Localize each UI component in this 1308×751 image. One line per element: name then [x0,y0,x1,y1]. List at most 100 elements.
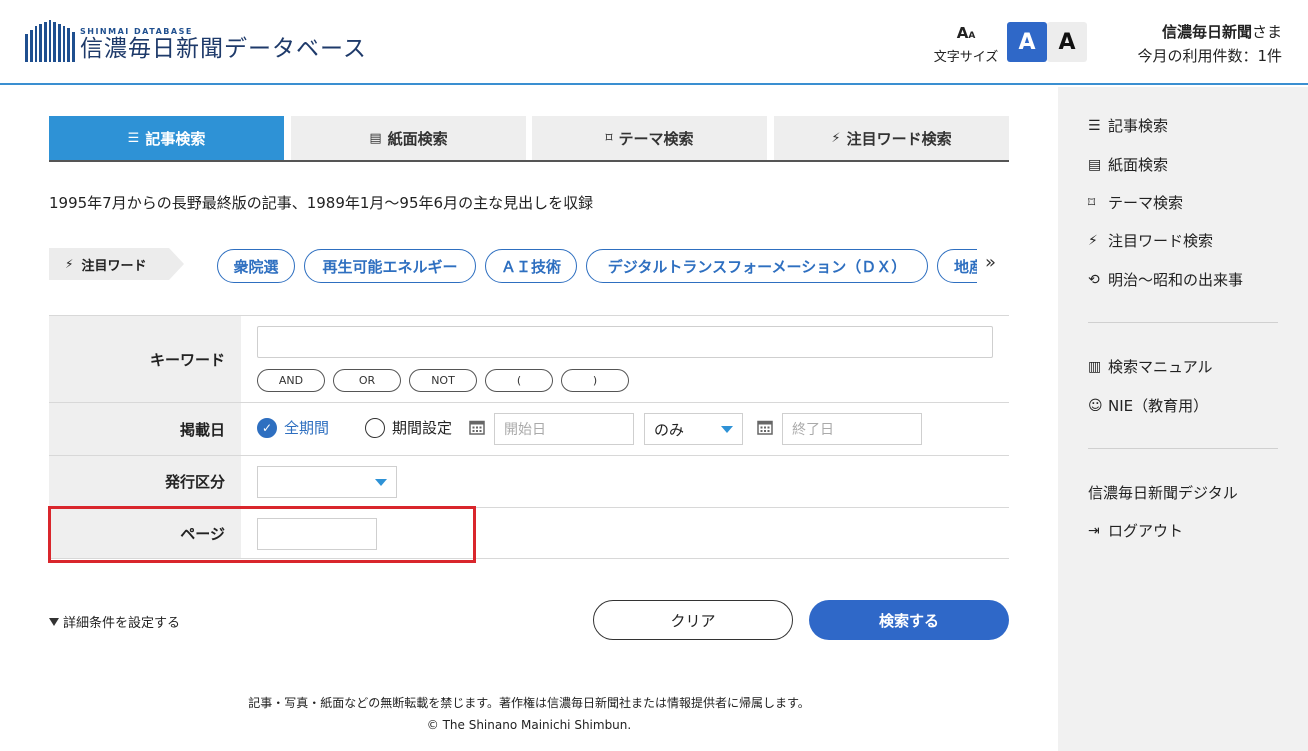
issue-row: 発行区分 [49,455,1009,507]
bolt-icon: ⚡ [1088,232,1098,249]
book-icon: ▥ [1088,358,1102,375]
keyword-label: キーワード [49,316,241,402]
detail-toggle-label: 詳細条件を設定する [63,616,181,631]
chips-scroll-right-icon[interactable]: » [985,252,996,273]
focus-word-chip[interactable]: 地産地消 [937,249,977,283]
sidebar-item-label: 明治～昭和の出来事 [1108,271,1244,289]
calendar-icon[interactable] [469,419,485,435]
list-icon: ☰ [1088,117,1101,134]
operator-close-paren-button[interactable]: ) [561,369,629,392]
focus-word-chip[interactable]: 再生可能エネルギー [304,249,476,283]
sidebar: ☰ 記事検索 ▤ 紙面検索 ⌑ テーマ検索 ⚡ 注目ワード検索 ⟲ 明治～昭和の出来事 ▥… [1058,87,1308,751]
usage-count: 今月の利用件数：1件 [1137,47,1282,65]
logo-title: 信濃毎日新聞データベース [80,35,367,62]
bookmark-icon: ⌑ [1088,194,1096,211]
newspaper-icon: ▤ [1088,156,1102,173]
site-logo[interactable]: SHINMAI DATABASE 信濃毎日新聞データベース [25,20,367,62]
operator-or-button[interactable]: OR [333,369,401,392]
logo-mark-icon [25,20,75,62]
font-size-control: AA 文字サイズ [930,26,1002,66]
tab-theme-search[interactable]: ⌑ テーマ検索 [532,116,767,160]
check-icon: ✓ [257,417,277,438]
focus-word-chip[interactable]: ＡＩ技術 [485,249,577,283]
sidebar-item-label: テーマ検索 [1108,194,1184,212]
tab-label: 紙面検索 [387,129,448,148]
page-input[interactable] [257,518,377,550]
focus-word-label: ⚡ 注目ワード [49,248,184,280]
calendar-icon[interactable] [757,419,773,435]
sidebar-divider [1088,448,1278,449]
form-bottom-divider [49,558,1009,559]
tab-label: 注目ワード検索 [846,129,952,148]
focus-word-chips: 衆院選 再生可能エネルギー ＡＩ技術 デジタルトランスフォーメーション（ＤＸ） … [217,248,977,284]
tab-label: 記事検索 [145,129,206,148]
date-label: 掲載日 [49,403,241,455]
chevron-down-icon [721,426,733,433]
sidebar-item-digital[interactable]: 信濃毎日新聞デジタル [1088,482,1238,503]
operator-not-button[interactable]: NOT [409,369,477,392]
copyright-notice: 記事・写真・紙面などの無断転載を禁じます。著作権は信濃毎日新聞社または情報提供者… [248,696,810,710]
range-mode-value: のみ [654,420,685,439]
focus-word-chip[interactable]: デジタルトランスフォーメーション（ＤＸ） [586,249,928,283]
list-icon: ☰ [127,130,140,146]
sidebar-item-label: ログアウト [1108,522,1184,540]
issue-label: 発行区分 [49,456,241,507]
header: SHINMAI DATABASE 信濃毎日新聞データベース AA 文字サイズ A… [0,0,1308,85]
page-row: ページ [49,507,1009,558]
sidebar-item-label: 信濃毎日新聞デジタル [1088,484,1238,502]
sidebar-item-label: 記事検索 [1108,117,1169,135]
date-row: 掲載日 ✓ 全期間 期間設定 開始日 のみ 終了日 [49,402,1009,455]
triangle-down-icon [49,617,59,626]
font-size-large-button[interactable]: A [1047,22,1087,62]
range-mode-select[interactable]: のみ [644,413,743,445]
clear-button[interactable]: クリア [593,600,793,640]
search-button[interactable]: 検索する [809,600,1009,640]
sidebar-item-label: NIE（教育用） [1108,397,1209,415]
end-date-input[interactable]: 終了日 [782,413,922,445]
focus-word-label-text: 注目ワード [81,258,147,274]
tab-label: テーマ検索 [618,129,694,148]
radio-empty-icon [365,417,385,438]
date-all-label: 全期間 [284,419,330,437]
sidebar-item-manual[interactable]: ▥ 検索マニュアル [1088,356,1213,377]
bookmark-icon: ⌑ [605,130,613,146]
user-suffix: さま [1251,23,1282,41]
copyright-line: © The Shinano Mainichi Shimbun. [426,718,632,732]
sidebar-item-focus-word-search[interactable]: ⚡ 注目ワード検索 [1088,230,1213,251]
focus-word-chip[interactable]: 衆院選 [217,249,295,283]
operator-and-button[interactable]: AND [257,369,325,392]
bolt-icon: ⚡ [831,130,841,146]
user-info: 信濃毎日新聞さま 今月の利用件数：1件 [1137,20,1282,68]
sidebar-item-label: 検索マニュアル [1108,358,1213,376]
bolt-icon: ⚡ [65,257,74,271]
search-tabs: ☰ 記事検索 ▤ 紙面検索 ⌑ テーマ検索 ⚡ 注目ワード検索 [49,116,1009,162]
sidebar-item-nie[interactable]: ☺ NIE（教育用） [1088,395,1208,416]
tab-page-search[interactable]: ▤ 紙面検索 [291,116,526,160]
operator-open-paren-button[interactable]: ( [485,369,553,392]
tab-focus-word-search[interactable]: ⚡ 注目ワード検索 [774,116,1009,160]
date-range-radio[interactable]: 期間設定 [365,417,452,438]
date-all-radio[interactable]: ✓ 全期間 [257,417,329,438]
face-icon: ☺ [1088,397,1103,414]
font-size-small-button[interactable]: A [1007,22,1047,62]
sidebar-item-theme-search[interactable]: ⌑ テーマ検索 [1088,192,1183,213]
keyword-input[interactable] [257,326,993,358]
sidebar-item-label: 注目ワード検索 [1108,232,1214,250]
sidebar-item-history[interactable]: ⟲ 明治～昭和の出来事 [1088,269,1243,290]
date-range-label: 期間設定 [392,419,453,437]
sidebar-item-label: 紙面検索 [1108,156,1169,174]
chevron-down-icon [375,479,387,486]
newspaper-icon: ▤ [369,130,382,146]
font-size-label: 文字サイズ [933,50,999,65]
detail-conditions-toggle[interactable]: 詳細条件を設定する [49,612,180,631]
sidebar-item-article-search[interactable]: ☰ 記事検索 [1088,115,1168,136]
start-date-input[interactable]: 開始日 [494,413,634,445]
history-icon: ⟲ [1088,271,1100,288]
sidebar-item-page-search[interactable]: ▤ 紙面検索 [1088,154,1168,175]
tab-article-search[interactable]: ☰ 記事検索 [49,116,284,160]
issue-select[interactable] [257,466,397,498]
coverage-notice: 1995年7月からの長野最終版の記事、1989年1月～95年6月の主な見出しを収… [49,194,594,212]
page-label: ページ [49,508,241,558]
sidebar-item-logout[interactable]: ⇥ ログアウト [1088,520,1183,541]
keyword-row: キーワード AND OR NOT ( ) [49,315,1009,402]
